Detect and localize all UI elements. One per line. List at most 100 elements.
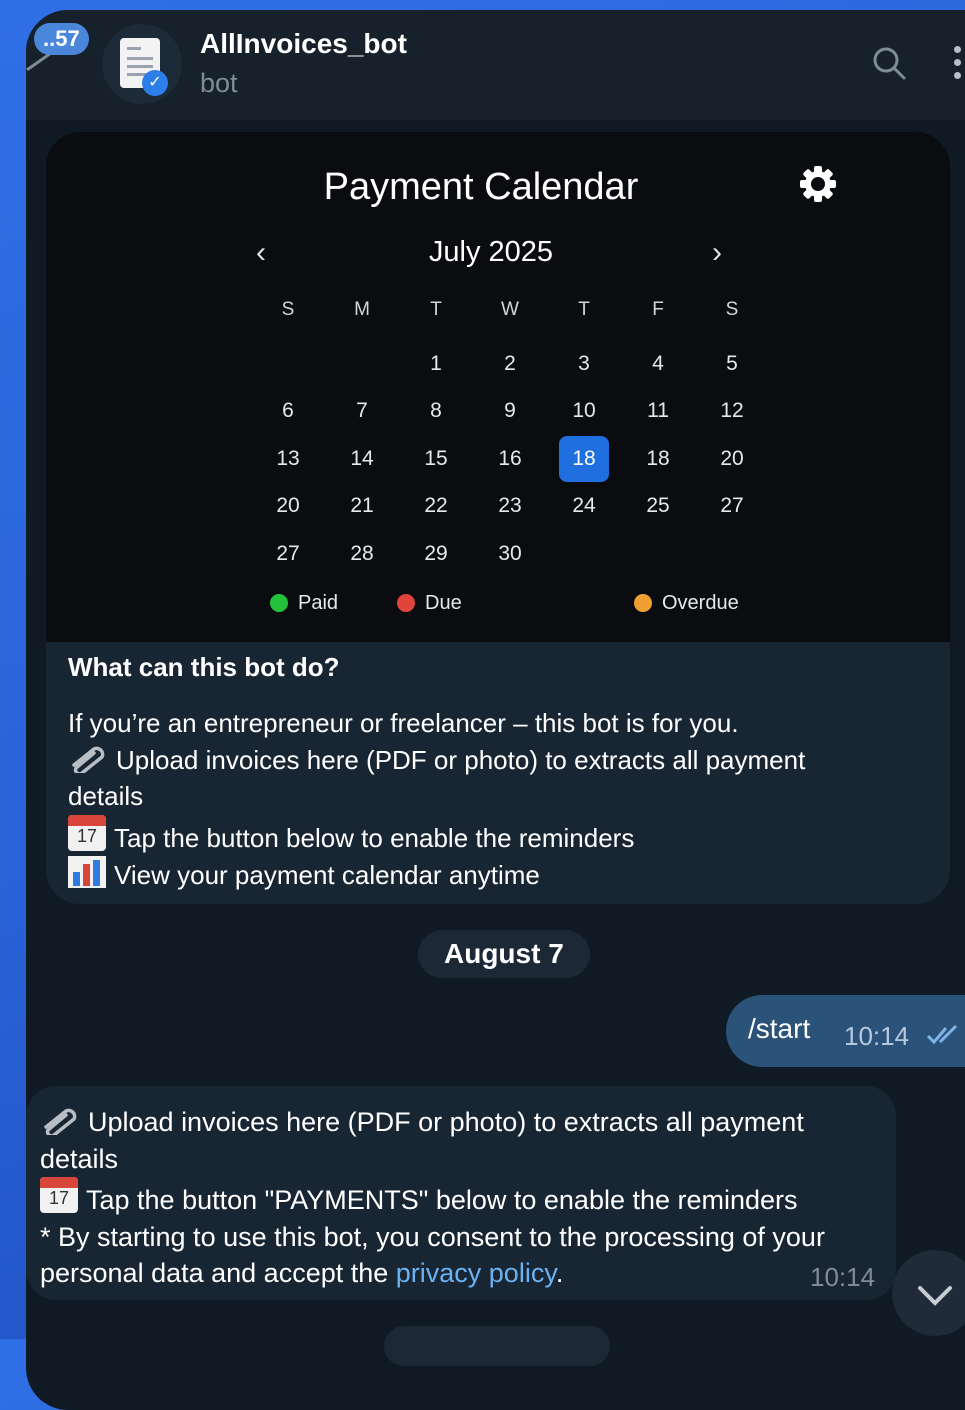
calendar-empty-cell xyxy=(547,530,621,578)
search-icon[interactable] xyxy=(872,46,906,80)
description-line: details xyxy=(68,781,144,811)
calendar-day: 3 xyxy=(578,351,590,375)
calendar-day: 20 xyxy=(276,494,300,517)
calendar-week-row: 27 28 29 30 xyxy=(251,530,769,578)
description-line: If you’re an entrepreneur or freelancer … xyxy=(68,708,739,738)
calendar-week-row: 13 14 15 16 18 18 20 xyxy=(251,435,769,483)
calendar-day: 23 xyxy=(498,494,522,517)
paperclip-icon xyxy=(72,746,105,773)
incoming-message[interactable]: Upload invoices here (PDF or photo) to e… xyxy=(26,1086,896,1300)
payment-calendar-image: Payment Calendar ‹ July 2025 › SMTWTFS12… xyxy=(46,132,950,642)
due-dot-icon xyxy=(397,594,415,612)
back-arrow-icon[interactable] xyxy=(26,51,64,88)
calendar-day: 21 xyxy=(350,494,374,517)
weekday-label: M xyxy=(354,299,370,320)
privacy-policy-link[interactable]: privacy policy xyxy=(396,1258,556,1288)
chat-screen: ..57 ✓ AllInvoices_bot bot Payment Calen… xyxy=(26,10,965,1410)
chat-title[interactable]: AllInvoices_bot xyxy=(200,28,407,60)
calendar-day: 7 xyxy=(356,399,368,422)
weekday-label: F xyxy=(652,299,664,320)
calendar-empty-cell xyxy=(621,530,695,578)
calendar-day: 9 xyxy=(504,399,516,422)
calendar-day: 11 xyxy=(647,399,669,422)
legend-due: Due xyxy=(397,588,462,618)
chat-header: ..57 ✓ AllInvoices_bot bot xyxy=(26,10,965,120)
calendar-grid: S M T W T F S 1 2 3 4 5 6 7 8 9 10 11 12 13 14 15 16 18 18 20 20 21… xyxy=(251,292,769,577)
message-line: personal data and accept the privacy pol… xyxy=(40,1258,564,1288)
date-separator: August 7 xyxy=(418,930,590,978)
next-message-stub xyxy=(384,1326,610,1366)
description-line: Upload invoices here (PDF or photo) to e… xyxy=(68,742,928,779)
calendar-title: Payment Calendar xyxy=(323,166,639,208)
calendar-day: 30 xyxy=(498,541,522,565)
message-time: 10:14 xyxy=(844,1021,910,1051)
calendar-day: 18 xyxy=(646,446,670,470)
calendar-icon: 17 xyxy=(40,1177,78,1213)
calendar-day: 24 xyxy=(572,494,596,517)
weekday-label: S xyxy=(281,299,295,320)
calendar-day: 27 xyxy=(276,541,300,565)
bar-chart-icon xyxy=(68,856,106,888)
double-check-icon xyxy=(926,1025,958,1045)
calendar-day: 20 xyxy=(720,446,744,470)
calendar-icon: 17 xyxy=(68,814,106,851)
calendar-week-row: 1 2 3 4 5 xyxy=(251,340,769,388)
calendar-day: 12 xyxy=(720,399,744,422)
weekday-label: W xyxy=(501,299,519,320)
paid-dot-icon xyxy=(270,594,288,612)
calendar-day-selected: 18 xyxy=(547,435,621,483)
calendar-empty-cell xyxy=(325,340,399,388)
bot-intro-card: Payment Calendar ‹ July 2025 › SMTWTFS12… xyxy=(46,132,950,904)
bot-description: What can this bot do? If you’re an entre… xyxy=(68,652,928,894)
calendar-day: 2 xyxy=(504,351,516,375)
calendar-next-month: › xyxy=(712,236,722,269)
calendar-day: 8 xyxy=(430,399,442,422)
calendar-day: 14 xyxy=(350,446,374,470)
legend-overdue: Overdue xyxy=(634,588,739,618)
unread-badge[interactable]: ..57 xyxy=(34,23,89,55)
scroll-down-button[interactable] xyxy=(892,1250,965,1336)
calendar-day: 4 xyxy=(652,351,664,375)
calendar-day: 27 xyxy=(720,494,744,517)
message-time: 10:14 xyxy=(810,1262,876,1292)
chevron-down-icon xyxy=(918,1286,952,1306)
verified-check-icon: ✓ xyxy=(142,70,168,96)
calendar-weekday-row: SMTWTFS xyxy=(251,292,769,340)
calendar-day: 13 xyxy=(276,446,300,470)
calendar-day: 5 xyxy=(726,351,738,375)
calendar-day: 10 xyxy=(572,399,596,422)
calendar-day: 16 xyxy=(498,446,522,470)
calendar-day: 22 xyxy=(424,494,448,517)
message-text: /start xyxy=(748,1013,811,1044)
calendar-day: 29 xyxy=(424,541,448,565)
calendar-empty-cell xyxy=(251,340,325,388)
calendar-day: 28 xyxy=(350,541,374,565)
weekday-label: T xyxy=(430,299,442,320)
chat-subtitle: bot xyxy=(200,68,238,98)
gear-icon xyxy=(800,166,836,202)
legend-paid: Paid xyxy=(270,588,338,618)
calendar-day: 6 xyxy=(282,399,294,422)
paperclip-icon xyxy=(44,1108,77,1135)
calendar-empty-cell xyxy=(695,530,769,578)
calendar-day: 1 xyxy=(430,351,442,375)
calendar-day: 25 xyxy=(646,494,670,517)
calendar-week-row: 20 21 22 23 24 25 27 xyxy=(251,482,769,530)
message-line: details xyxy=(40,1143,119,1174)
more-icon[interactable] xyxy=(954,46,962,86)
weekday-label: T xyxy=(578,299,590,320)
calendar-week-row: 6 7 8 9 10 11 12 xyxy=(251,387,769,435)
description-line: View your payment calendar anytime xyxy=(68,856,928,894)
weekday-label: S xyxy=(725,299,739,320)
description-heading: What can this bot do? xyxy=(68,652,340,682)
calendar-legend: Paid Due Overdue xyxy=(46,588,950,618)
calendar-day: 15 xyxy=(424,446,448,470)
calendar-month-label: July 2025 xyxy=(428,236,554,268)
avatar[interactable]: ✓ xyxy=(102,24,182,104)
message-body: Upload invoices here (PDF or photo) to e… xyxy=(40,1104,880,1292)
message-line: 17 Tap the button "PAYMENTS" below to ena… xyxy=(40,1177,880,1219)
description-line: 17 Tap the button below to enable the rem… xyxy=(68,814,928,857)
message-line: Upload invoices here (PDF or photo) to e… xyxy=(40,1104,880,1141)
overdue-dot-icon xyxy=(634,594,652,612)
outgoing-message[interactable]: /start 10:14 xyxy=(726,995,965,1067)
